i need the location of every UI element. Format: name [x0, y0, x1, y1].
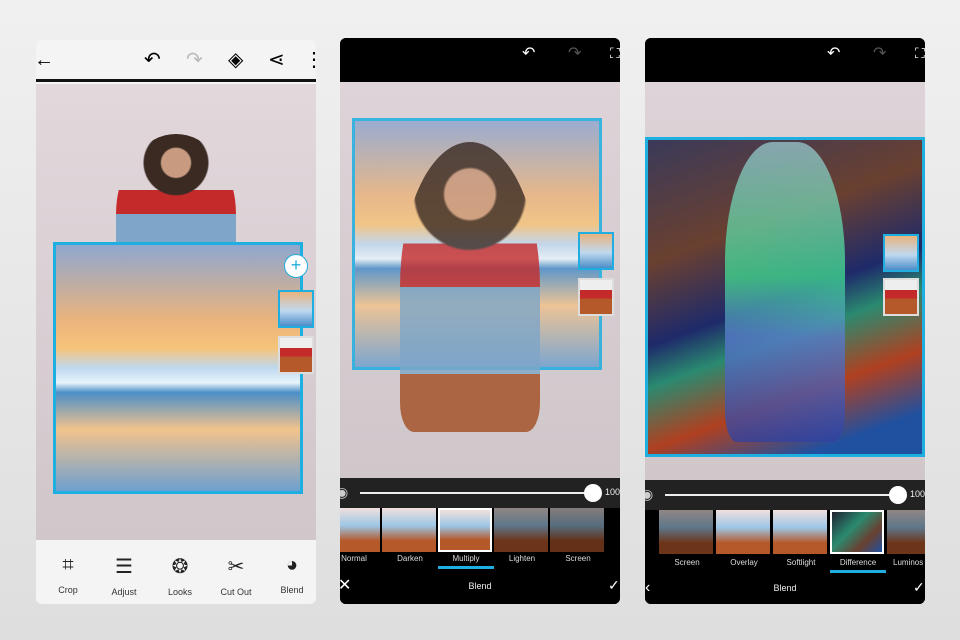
layer-thumbnail-portrait[interactable]	[278, 336, 314, 374]
blend-label[interactable]: Overlay	[716, 558, 772, 567]
blend-thumb-softlight[interactable]	[773, 510, 827, 554]
blend-label[interactable]: Darken	[382, 554, 438, 563]
selected-underline	[438, 566, 494, 569]
blend-label[interactable]: Screen	[659, 558, 715, 567]
blend-footer: ✕ Blend ✓	[340, 572, 620, 604]
looks-icon: ❂	[171, 556, 189, 578]
redo-icon[interactable]: ↷	[186, 50, 203, 70]
blend-thumb-screen[interactable]	[550, 508, 604, 552]
layer-thumbnail-iceberg[interactable]	[883, 234, 919, 272]
blend-label[interactable]: Luminos	[887, 558, 925, 567]
footer-title: Blend	[468, 581, 492, 591]
tool-label: Looks	[167, 587, 193, 597]
redo-icon[interactable]: ↷	[568, 46, 581, 62]
blend-thumb-luminosity[interactable]	[887, 510, 925, 554]
blend-label-selected[interactable]: Difference	[830, 558, 886, 567]
inverted-portrait[interactable]	[725, 142, 845, 442]
blend-footer: ‹ Blend ✓	[645, 578, 925, 604]
top-bar: ← ↶ ↷ ◈ ⋖ ⋮	[36, 40, 316, 82]
tool-cut-out[interactable]: ✂ Cut Out	[208, 554, 264, 597]
back-arrow-icon[interactable]: ←	[36, 50, 54, 70]
sliders-icon: ☰	[115, 556, 133, 578]
blend-thumb-screen[interactable]	[659, 510, 713, 554]
blend-label[interactable]: Normal	[340, 554, 382, 563]
tool-crop[interactable]: ⌗ Crop	[40, 554, 96, 595]
eye-icon[interactable]: ◉	[645, 487, 653, 501]
layer-thumbnail-portrait[interactable]	[883, 278, 919, 316]
tool-adjust[interactable]: ☰ Adjust	[96, 554, 152, 597]
add-layer-button[interactable]: +	[284, 254, 308, 278]
crop-icon: ⌗	[62, 554, 74, 576]
layer-thumbnail-iceberg[interactable]	[278, 290, 314, 328]
opacity-value: 100	[909, 489, 925, 499]
opacity-value: 100	[604, 487, 620, 497]
blend-icon: ◕	[285, 554, 299, 576]
blend-thumb-difference[interactable]	[830, 510, 884, 554]
footer-title: Blend	[773, 583, 797, 593]
blend-thumb-overlay[interactable]	[716, 510, 770, 554]
canvas[interactable]: +	[36, 84, 316, 540]
redo-icon[interactable]: ↷	[873, 46, 886, 62]
slider-knob[interactable]	[889, 486, 907, 504]
opacity-slider[interactable]: ◉ 100	[645, 480, 925, 510]
undo-icon[interactable]: ↶	[522, 46, 535, 62]
blend-thumb-multiply[interactable]	[438, 508, 492, 552]
blend-thumb-normal[interactable]	[340, 508, 380, 552]
blend-thumb-lighten[interactable]	[494, 508, 548, 552]
portrait-layer[interactable]	[400, 142, 540, 432]
tool-label: Cut Out	[220, 587, 252, 597]
canvas[interactable]	[340, 82, 620, 478]
tool-label: Adjust	[111, 587, 137, 597]
fullscreen-icon[interactable]: ⛶	[610, 46, 620, 60]
tool-looks[interactable]: ❂ Looks	[152, 554, 208, 597]
confirm-check-icon[interactable]: ✓	[608, 578, 620, 592]
slider-knob[interactable]	[584, 484, 602, 502]
tool-blend[interactable]: ◕ Blend	[264, 554, 316, 595]
phone-blend-difference: ↶ ↷ ⛶ ◉ 100 Screen Overlay Softlight Dif…	[645, 38, 925, 604]
top-bar: ↶ ↷ ⛶	[645, 38, 925, 82]
layers-icon[interactable]: ◈	[228, 50, 243, 70]
back-chevron-icon[interactable]: ‹	[645, 580, 650, 596]
selected-underline	[830, 570, 886, 573]
canvas[interactable]	[645, 82, 925, 480]
blend-label-selected[interactable]: Multiply	[438, 554, 494, 563]
tool-label: Blend	[280, 585, 304, 595]
top-bar: ↶ ↷ ⛶	[340, 38, 620, 82]
fullscreen-icon[interactable]: ⛶	[915, 46, 925, 60]
menu-icon[interactable]: ⋮	[304, 50, 316, 70]
layer-thumbnail-portrait[interactable]	[578, 278, 614, 316]
share-icon[interactable]: ⋖	[268, 50, 285, 70]
undo-icon[interactable]: ↶	[144, 50, 161, 70]
blend-mode-strip: Screen Overlay Softlight Difference Lumi…	[645, 510, 925, 578]
blend-mode-strip: Normal Darken Multiply Lighten Screen	[340, 508, 620, 572]
phone-blend-multiply: ↶ ↷ ⛶ ◉ 100 Normal Darken Multiply Light…	[340, 38, 620, 604]
blend-thumb-darken[interactable]	[382, 508, 436, 552]
scissors-icon: ✂	[227, 556, 245, 578]
close-icon[interactable]: ✕	[340, 578, 351, 594]
slider-track[interactable]	[360, 492, 594, 494]
undo-icon[interactable]: ↶	[827, 46, 840, 62]
blend-label[interactable]: Softlight	[773, 558, 829, 567]
confirm-check-icon[interactable]: ✓	[913, 580, 925, 594]
phone-layers-editor: ← ↶ ↷ ◈ ⋖ ⋮ + ⌗ Crop ☰ Adjust ❂ Looks ✂ Cut …	[36, 40, 316, 604]
tool-label: Crop	[58, 585, 78, 595]
opacity-slider[interactable]: ◉ 100	[340, 478, 620, 508]
blend-label[interactable]: Lighten	[494, 554, 550, 563]
eye-icon[interactable]: ◉	[340, 485, 348, 499]
layer-thumbnail-iceberg[interactable]	[578, 232, 614, 270]
blend-label[interactable]: Screen	[550, 554, 606, 563]
iceberg-layer-selected[interactable]	[53, 242, 303, 494]
bottom-toolbar: ⌗ Crop ☰ Adjust ❂ Looks ✂ Cut Out ◕ Blend	[36, 540, 316, 604]
slider-track[interactable]	[665, 494, 899, 496]
